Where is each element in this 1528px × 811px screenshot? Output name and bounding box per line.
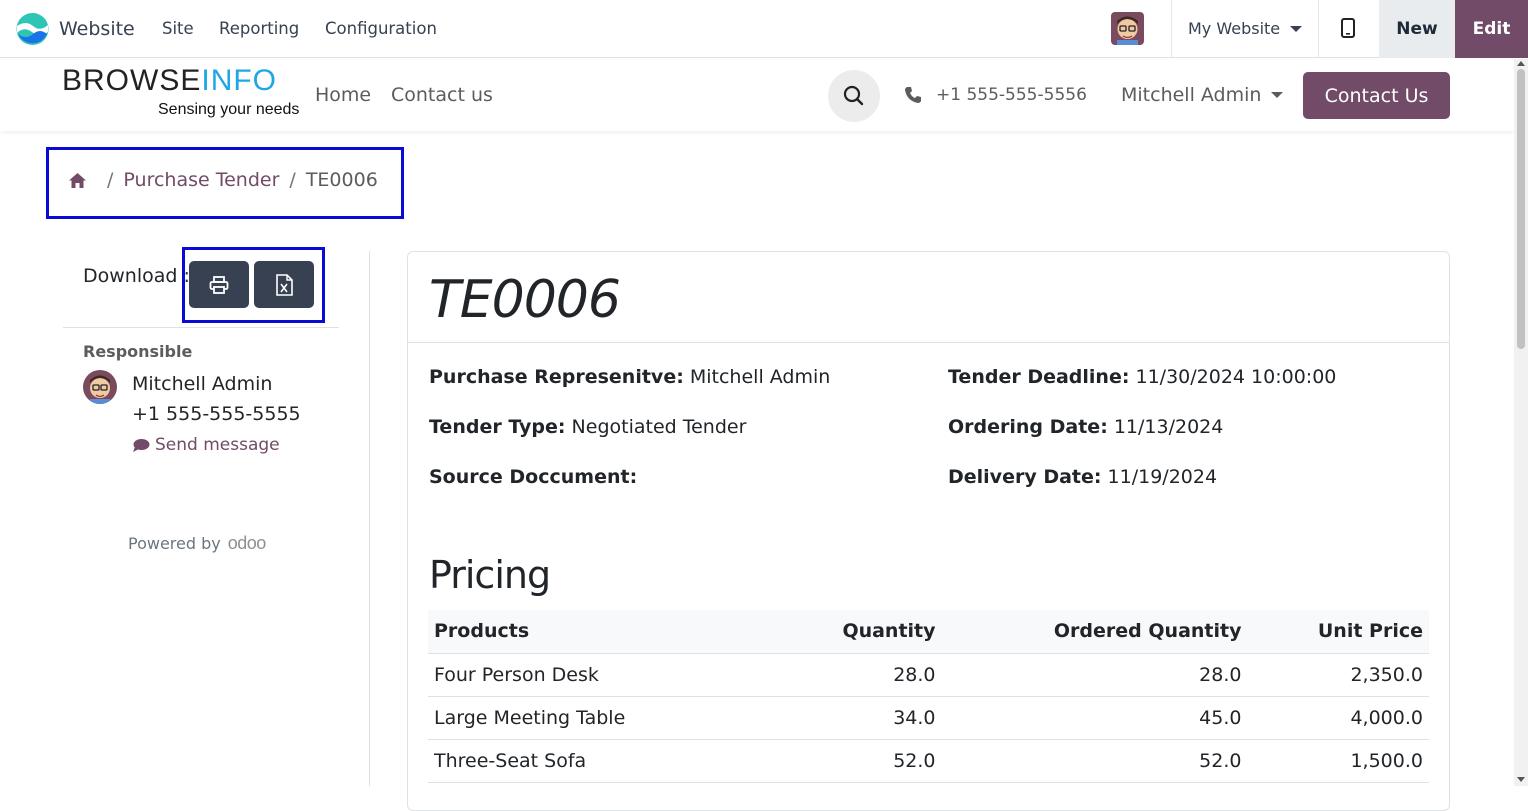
admin-bar: Website Site Reporting Configuration My … bbox=[0, 0, 1528, 58]
print-icon bbox=[209, 275, 229, 294]
website-app-icon[interactable] bbox=[16, 12, 49, 46]
scrollbar[interactable] bbox=[1514, 59, 1528, 786]
table-row: Large Meeting Table 34.0 45.0 4,000.0 bbox=[428, 696, 1429, 740]
field-tender-deadline: Tender Deadline: 11/30/2024 10:00:00 bbox=[948, 366, 1337, 388]
odoo-logo[interactable]: odoo bbox=[228, 533, 267, 554]
scroll-down-arrow-icon[interactable] bbox=[1517, 777, 1525, 782]
menu-site[interactable]: Site bbox=[162, 19, 194, 38]
column-header-ordered-quantity: Ordered Quantity bbox=[941, 610, 1248, 654]
responsible-avatar bbox=[83, 370, 117, 404]
avatar-icon bbox=[1111, 12, 1144, 45]
cell-product: Large Meeting Table bbox=[428, 696, 837, 740]
cell-ordered-quantity: 28.0 bbox=[941, 653, 1248, 697]
menu-reporting[interactable]: Reporting bbox=[219, 19, 299, 38]
divider bbox=[408, 342, 1449, 343]
pricing-table: Products Quantity Ordered Quantity Unit … bbox=[428, 610, 1429, 783]
responsible-label: Responsible bbox=[83, 342, 193, 361]
tender-title: TE0006 bbox=[429, 270, 621, 330]
search-button[interactable] bbox=[828, 70, 880, 122]
user-menu[interactable]: Mitchell Admin bbox=[1121, 84, 1261, 106]
avatar-icon bbox=[83, 370, 117, 404]
menu-configuration[interactable]: Configuration bbox=[325, 19, 437, 38]
user-avatar[interactable] bbox=[1111, 12, 1144, 45]
mobile-preview-icon[interactable] bbox=[1341, 18, 1355, 38]
table-header-row: Products Quantity Ordered Quantity Unit … bbox=[428, 610, 1429, 654]
breadcrumb: / Purchase Tender / TE0006 bbox=[68, 169, 378, 191]
excel-file-icon bbox=[276, 273, 293, 296]
app-name[interactable]: Website bbox=[59, 18, 135, 40]
field-delivery-date: Delivery Date: 11/19/2024 bbox=[948, 466, 1218, 488]
breadcrumb-current: TE0006 bbox=[305, 169, 378, 191]
table-row: Three-Seat Sofa 52.0 52.0 1,500.0 bbox=[428, 739, 1429, 783]
scrollbar-thumb[interactable] bbox=[1517, 69, 1525, 349]
column-header-products: Products bbox=[428, 610, 837, 654]
search-icon bbox=[843, 85, 864, 106]
powered-by: Powered by odoo bbox=[128, 533, 267, 554]
site-header: BROWSEINFO Sensing your needs Home Conta… bbox=[0, 59, 1514, 131]
cell-product: Three-Seat Sofa bbox=[428, 739, 837, 783]
divider bbox=[1318, 0, 1319, 58]
field-purchase-representative: Purchase Represenitve: Mitchell Admin bbox=[429, 366, 831, 388]
new-button[interactable]: New bbox=[1379, 0, 1455, 58]
edit-button[interactable]: Edit bbox=[1455, 0, 1528, 58]
field-ordering-date: Ordering Date: 11/13/2024 bbox=[948, 416, 1224, 438]
pricing-heading: Pricing bbox=[429, 553, 551, 597]
field-source-document: Source Doccument: bbox=[429, 466, 638, 488]
print-button[interactable] bbox=[189, 261, 249, 308]
export-excel-button[interactable] bbox=[254, 261, 314, 308]
cell-ordered-quantity: 52.0 bbox=[941, 739, 1248, 783]
column-header-quantity: Quantity bbox=[836, 610, 942, 654]
cell-quantity: 34.0 bbox=[836, 696, 942, 740]
cell-unit-price: 2,350.0 bbox=[1247, 653, 1429, 697]
download-label: Download : bbox=[83, 265, 190, 287]
phone-icon bbox=[905, 87, 921, 103]
send-message-link[interactable]: Send message bbox=[132, 435, 280, 455]
breadcrumb-purchase-tender[interactable]: Purchase Tender bbox=[123, 169, 279, 191]
brand-logo[interactable]: BROWSEINFO Sensing your needs bbox=[62, 65, 299, 119]
divider bbox=[369, 251, 370, 786]
field-tender-type: Tender Type: Negotiated Tender bbox=[429, 416, 747, 438]
cell-unit-price: 1,500.0 bbox=[1247, 739, 1429, 783]
divider bbox=[1171, 0, 1172, 58]
column-header-unit-price: Unit Price bbox=[1247, 610, 1429, 654]
cell-quantity: 52.0 bbox=[836, 739, 942, 783]
header-phone[interactable]: +1 555-555-5556 bbox=[936, 85, 1087, 105]
cell-ordered-quantity: 45.0 bbox=[941, 696, 1248, 740]
cell-quantity: 28.0 bbox=[836, 653, 942, 697]
comment-icon bbox=[133, 438, 150, 452]
nav-home[interactable]: Home bbox=[315, 84, 371, 106]
website-selector[interactable]: My Website bbox=[1188, 19, 1280, 38]
responsible-name: Mitchell Admin bbox=[132, 373, 273, 395]
responsible-phone: +1 555-555-5555 bbox=[132, 403, 301, 425]
divider bbox=[63, 327, 339, 328]
chevron-down-icon[interactable] bbox=[1271, 92, 1283, 98]
nav-contact-us[interactable]: Contact us bbox=[391, 84, 493, 106]
cell-unit-price: 4,000.0 bbox=[1247, 696, 1429, 740]
table-row: Four Person Desk 28.0 28.0 2,350.0 bbox=[428, 653, 1429, 697]
contact-us-button[interactable]: Contact Us bbox=[1303, 72, 1450, 119]
cell-product: Four Person Desk bbox=[428, 653, 837, 697]
scroll-up-arrow-icon[interactable] bbox=[1517, 61, 1525, 66]
home-icon[interactable] bbox=[68, 172, 87, 189]
chevron-down-icon[interactable] bbox=[1290, 26, 1302, 32]
